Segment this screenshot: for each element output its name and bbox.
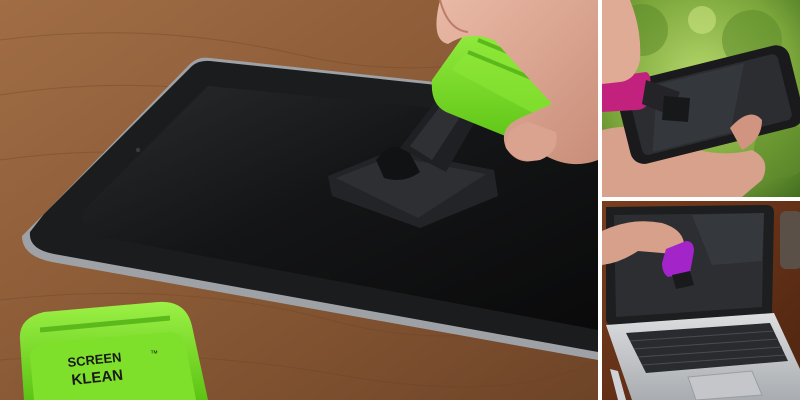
laptop-cleaning-photo <box>602 201 800 400</box>
tablet-camera <box>135 147 141 153</box>
laptop-base <box>606 313 800 400</box>
product-photo-collage: SCREEN KLEAN ™ <box>0 0 800 400</box>
green-cleaner-cap: SCREEN KLEAN ™ <box>19 301 208 400</box>
phone-cleaning-photo <box>602 0 800 197</box>
main-photo-tablet-cleaning: SCREEN KLEAN ™ <box>0 0 598 400</box>
mug <box>780 211 800 269</box>
brand-trademark: ™ <box>150 349 158 358</box>
